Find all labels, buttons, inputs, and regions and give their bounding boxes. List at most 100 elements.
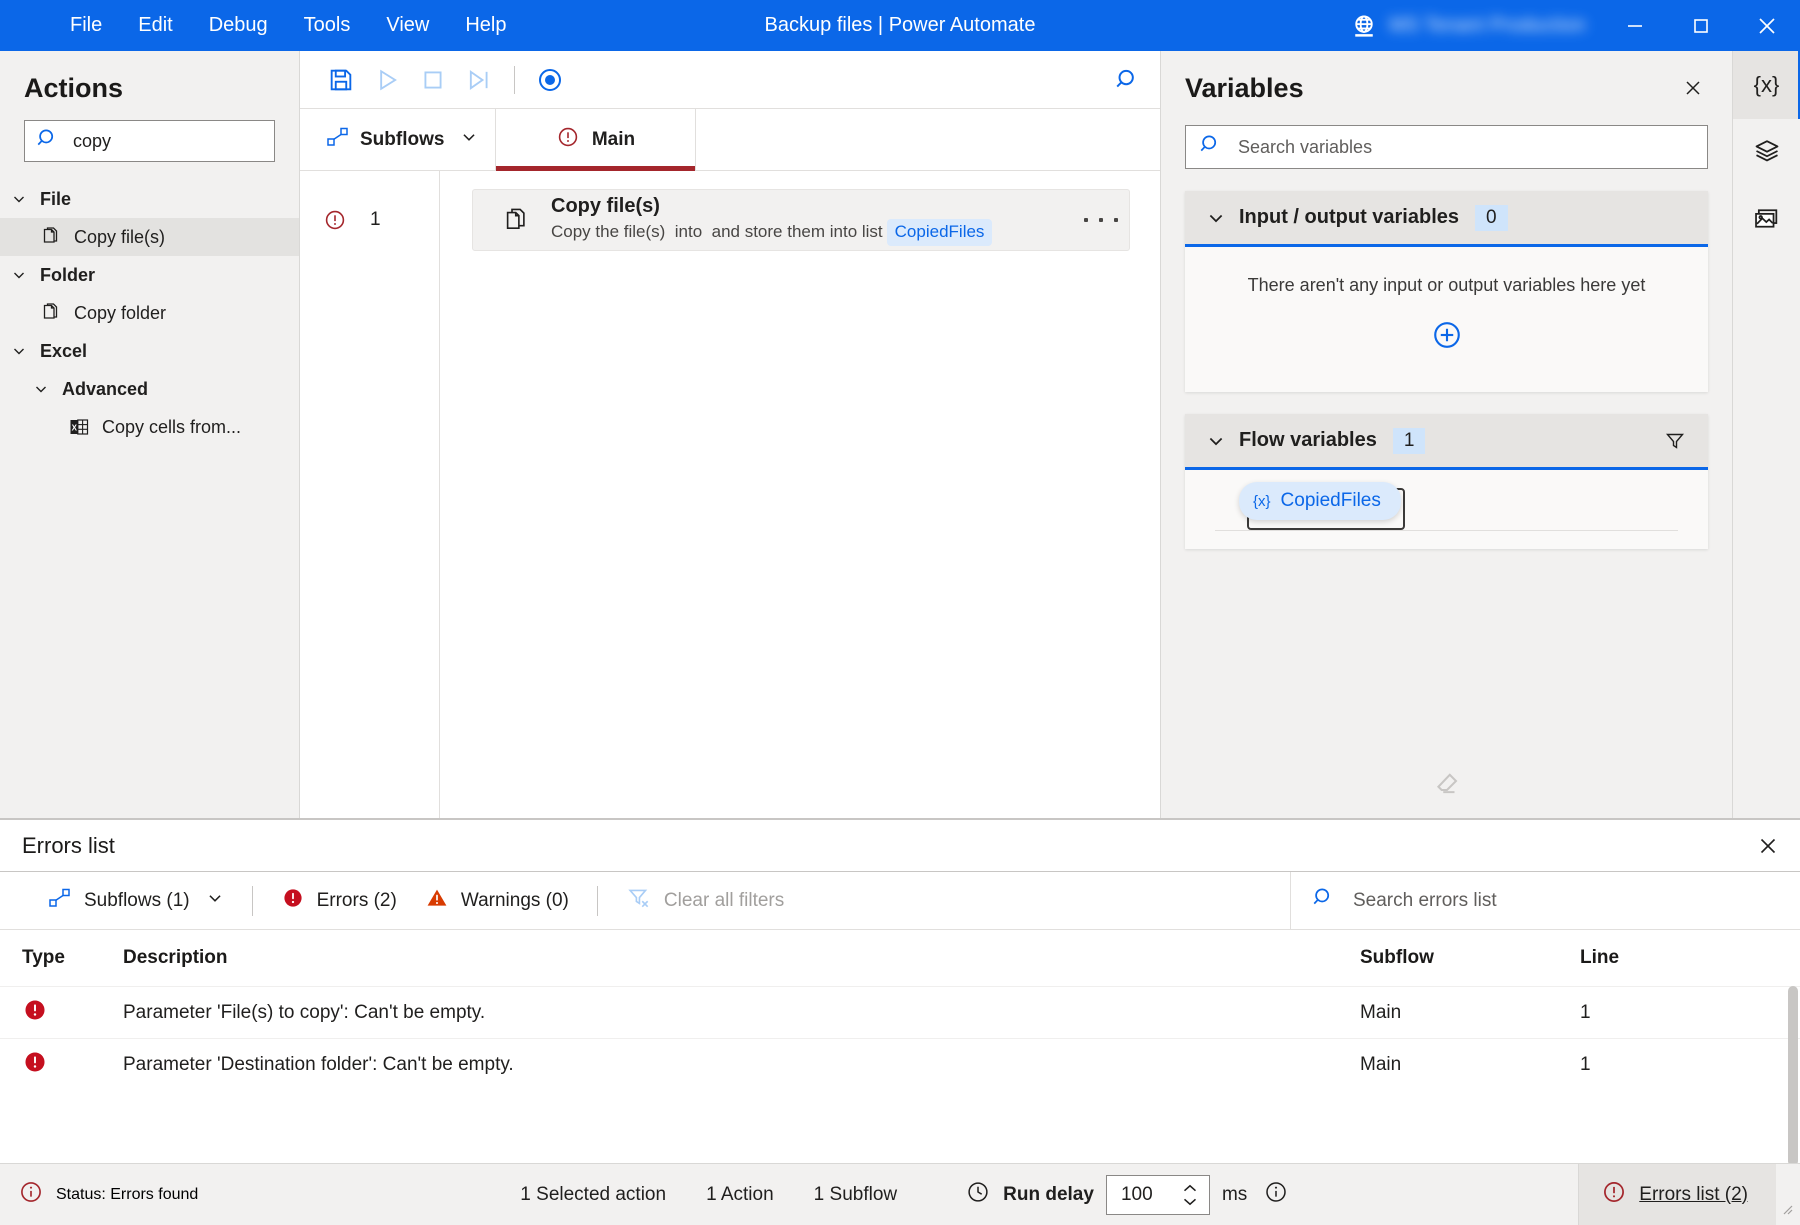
filter-subflows[interactable]: Subflows (1): [34, 881, 238, 921]
rail-item-variables[interactable]: {x}: [1733, 51, 1800, 119]
right-rail: {x}: [1732, 51, 1800, 818]
run-next-action-button[interactable]: [456, 57, 502, 103]
errors-list-panel: Errors list Subflows (1): [0, 818, 1800, 1163]
filter-errors[interactable]: Errors (2): [267, 880, 411, 922]
actions-group-folder[interactable]: Folder: [0, 256, 299, 294]
action-more-menu-icon[interactable]: [1079, 215, 1123, 225]
image-icon: [1753, 205, 1781, 238]
actions-group-label: Excel: [32, 341, 87, 362]
errors-list-filter-bar: Subflows (1) Errors (2): [0, 872, 1800, 930]
errors-table-scrollbar[interactable]: [1788, 986, 1798, 1163]
action-count: 1 Action: [706, 1184, 774, 1206]
actions-search-input[interactable]: [61, 131, 305, 152]
layers-icon: [1753, 137, 1781, 170]
variables-group-header[interactable]: Flow variables 1: [1185, 414, 1708, 470]
errors-table-header: Type Description Subflow Line: [0, 930, 1800, 986]
rail-item-images[interactable]: [1733, 187, 1800, 255]
actions-group-excel[interactable]: Excel: [0, 332, 299, 370]
add-variable-button[interactable]: [1201, 318, 1692, 370]
action-item-copy-cells[interactable]: X Copy cells from...: [0, 408, 299, 446]
menu-item-view[interactable]: View: [368, 8, 447, 43]
menu-item-help[interactable]: Help: [447, 8, 524, 43]
actions-search-box[interactable]: [24, 120, 275, 162]
excel-icon: X: [64, 415, 94, 439]
variables-group-input-output: Input / output variables 0 There aren't …: [1185, 191, 1708, 392]
errors-list-link-label: Errors list (2): [1639, 1184, 1748, 1206]
copy-file-icon: [36, 225, 66, 249]
search-icon: [1311, 885, 1337, 916]
flow-canvas[interactable]: Copy file(s) Copy the file(s) into and s…: [440, 171, 1160, 818]
filter-warnings-label: Warnings (0): [461, 890, 569, 912]
flow-toolbar: [300, 51, 1160, 109]
variables-search-input[interactable]: [1224, 137, 1707, 158]
actions-group-advanced[interactable]: Advanced: [0, 370, 299, 408]
tab-main[interactable]: Main: [496, 109, 696, 170]
variable-item-copiedfiles[interactable]: {x} CopiedFiles: [1239, 482, 1401, 520]
close-button[interactable]: [1734, 0, 1800, 51]
error-icon: [0, 997, 123, 1029]
chevron-down-icon: [6, 191, 32, 207]
chevron-down-icon: [1181, 1196, 1199, 1207]
run-button[interactable]: [364, 57, 410, 103]
run-delay-input[interactable]: [1121, 1184, 1173, 1206]
action-item-copy-files[interactable]: Copy file(s): [0, 218, 299, 256]
menu-item-file[interactable]: File: [52, 8, 120, 43]
action-item-label: Copy file(s): [66, 227, 165, 248]
status-bar-right: Errors list (2): [1578, 1164, 1800, 1225]
action-item-label: Copy folder: [66, 303, 166, 324]
variables-group-body: {x} CopiedFiles: [1185, 470, 1708, 549]
resize-grip-icon[interactable]: [1776, 1200, 1800, 1221]
error-icon: [300, 208, 370, 232]
maximize-button[interactable]: [1668, 0, 1734, 51]
save-button[interactable]: [318, 57, 364, 103]
clear-all-filters-button[interactable]: Clear all filters: [612, 879, 798, 923]
errors-search-input[interactable]: [1337, 890, 1800, 912]
table-row[interactable]: Parameter 'Destination folder': Can't be…: [0, 1038, 1800, 1090]
run-delay-info-icon[interactable]: [1263, 1179, 1289, 1210]
actions-group-file[interactable]: File: [0, 180, 299, 218]
error-description: Parameter 'File(s) to copy': Can't be em…: [123, 1002, 1360, 1024]
variables-group-count: 1: [1393, 428, 1426, 454]
actions-panel-title: Actions: [0, 51, 299, 120]
variables-search-box[interactable]: [1185, 125, 1708, 169]
stepper-arrows[interactable]: [1181, 1176, 1199, 1214]
filter-icon[interactable]: [1658, 429, 1692, 453]
recorder-button[interactable]: [527, 57, 573, 103]
variables-empty-message: There aren't any input or output variabl…: [1201, 275, 1692, 318]
filter-subflows-label: Subflows (1): [84, 890, 190, 912]
chevron-down-icon[interactable]: [1199, 431, 1233, 451]
errors-list-header: Errors list: [0, 820, 1800, 872]
menu-item-debug[interactable]: Debug: [191, 8, 286, 43]
minimize-button[interactable]: [1602, 0, 1668, 51]
errors-search-wrap: [1290, 872, 1800, 929]
flow-tabs: Subflows Main: [300, 109, 1160, 171]
rail-item-ui-elements[interactable]: [1733, 119, 1800, 187]
table-row[interactable]: Parameter 'File(s) to copy': Can't be em…: [0, 986, 1800, 1038]
run-delay-unit: ms: [1222, 1184, 1247, 1206]
eraser-icon[interactable]: [1432, 769, 1462, 804]
account-chip[interactable]: MS Tenant Production: [1349, 11, 1602, 41]
menu-item-edit[interactable]: Edit: [120, 8, 190, 43]
errors-search-box[interactable]: [1290, 872, 1800, 929]
actions-group-label: File: [32, 189, 71, 210]
variable-chip[interactable]: CopiedFiles: [887, 219, 993, 246]
status-indicator: Status: Errors found: [18, 1179, 198, 1210]
menu-item-tools[interactable]: Tools: [286, 8, 369, 43]
column-header-line: Line: [1580, 947, 1800, 969]
chevron-down-icon: [6, 267, 32, 283]
variables-group-header[interactable]: Input / output variables 0: [1185, 191, 1708, 247]
variables-close-icon[interactable]: [1676, 71, 1710, 105]
errors-list-link-button[interactable]: Errors list (2): [1578, 1164, 1776, 1225]
tab-subflows[interactable]: Subflows: [300, 109, 496, 170]
action-item-copy-folder[interactable]: Copy folder: [0, 294, 299, 332]
chevron-down-icon[interactable]: [1199, 208, 1233, 228]
toolbar-divider: [514, 66, 515, 94]
main-body: Actions File: [0, 51, 1800, 818]
filter-warnings[interactable]: Warnings (0): [411, 880, 583, 922]
stop-button[interactable]: [410, 57, 456, 103]
flow-action-card[interactable]: Copy file(s) Copy the file(s) into and s…: [472, 189, 1130, 251]
flow-search-button[interactable]: [1104, 57, 1150, 103]
errors-list-close-icon[interactable]: [1750, 828, 1786, 864]
run-delay-stepper[interactable]: [1106, 1175, 1210, 1215]
variable-kind-icon: {x}: [1253, 493, 1271, 510]
